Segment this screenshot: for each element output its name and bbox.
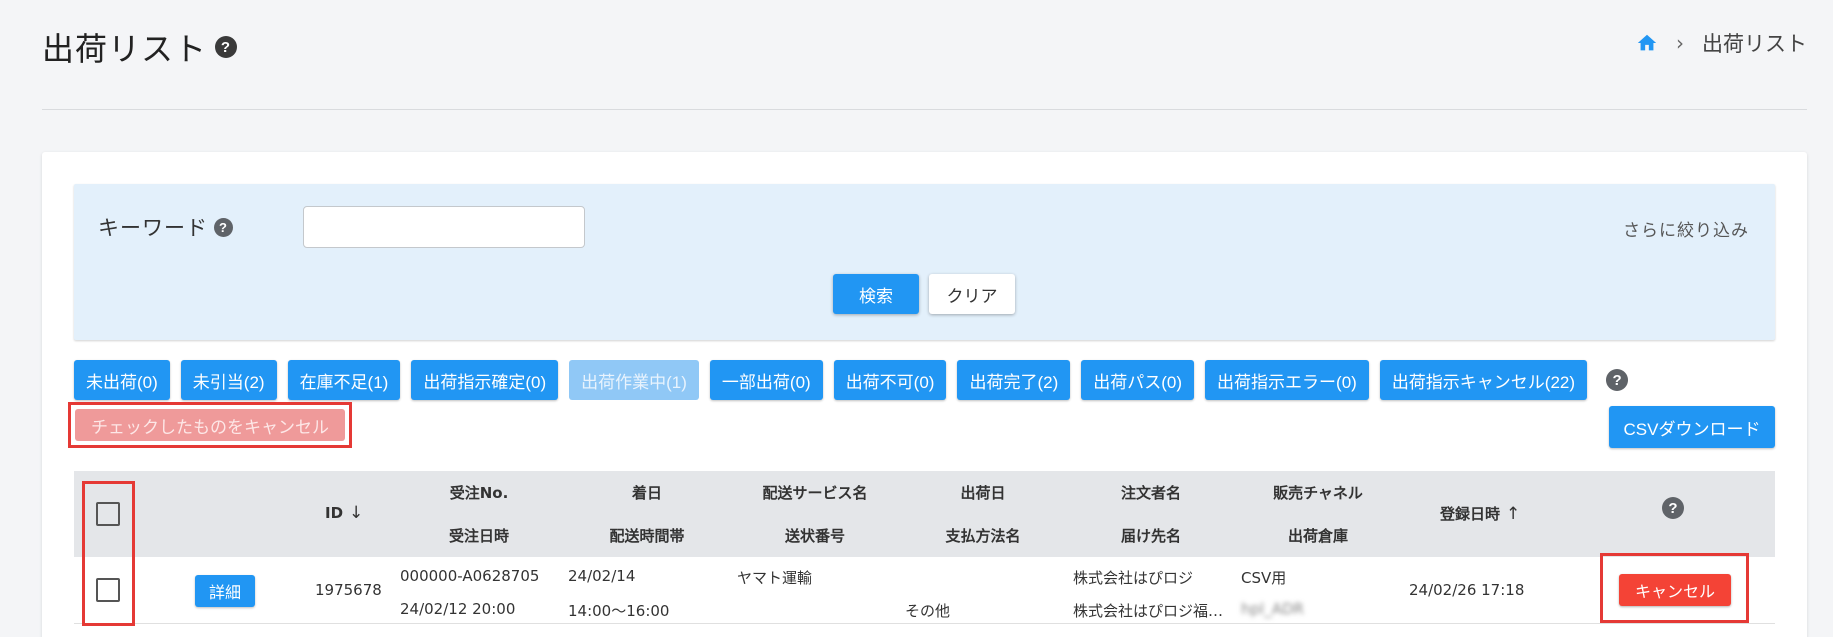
cell-delivery-service: ヤマト運輸: [737, 569, 813, 587]
col-warehouse: 出荷倉庫: [1287, 527, 1349, 545]
cell-arrival-date: 24/02/14: [568, 567, 636, 585]
filter-help-icon[interactable]: ?: [1606, 369, 1629, 391]
filter-not-shippable[interactable]: 出荷不可(0): [833, 360, 947, 400]
help-icon[interactable]: ?: [215, 36, 238, 58]
cell-warehouse: hpl_ADR: [1241, 600, 1304, 618]
col-ship-date: 出荷日: [960, 484, 1006, 502]
chevron-right-icon: ›: [1676, 31, 1684, 55]
filter-unshipped[interactable]: 未出荷(0): [74, 360, 170, 400]
table-header: ID ↓ 受注No. 受注日時 着日 配送時間帯 配送サービス名 送状番号 出荷日…: [74, 471, 1775, 557]
cell-recipient: 株式会社はぴロジ福…: [1073, 602, 1224, 620]
cell-id: 1975678: [315, 581, 382, 599]
col-delivery-time: 配送時間帯: [609, 527, 685, 545]
filter-unallocated[interactable]: 未引当(2): [180, 360, 277, 400]
filter-instruction-cancel[interactable]: 出荷指示キャンセル(22): [1379, 360, 1588, 400]
page-title: 出荷リスト ?: [42, 24, 238, 70]
cell-delivery-time: 14:00〜16:00: [568, 602, 670, 620]
col-orderer: 注文者名: [1120, 484, 1182, 502]
narrow-search-link[interactable]: さらに絞り込み: [1623, 216, 1749, 241]
header-divider: [42, 109, 1807, 110]
table-help-icon[interactable]: ?: [1662, 497, 1684, 519]
col-id[interactable]: ID ↓: [325, 503, 363, 523]
search-button[interactable]: 検索: [833, 274, 919, 314]
col-delivery-service: 配送サービス名: [762, 484, 868, 502]
keyword-help-icon[interactable]: ?: [214, 217, 233, 237]
cancel-checked-highlight: チェックしたものをキャンセル: [68, 402, 352, 448]
col-payment: 支払方法名: [945, 527, 1021, 545]
filter-pass[interactable]: 出荷パス(0): [1081, 360, 1195, 400]
col-recipient: 届け先名: [1120, 527, 1182, 545]
page-title-text: 出荷リスト: [42, 30, 208, 68]
filter-instruction-confirmed[interactable]: 出荷指示確定(0): [411, 360, 559, 400]
checkbox-column-highlight: [82, 481, 135, 626]
cell-order-date: 24/02/12 20:00: [400, 600, 516, 618]
row-cancel-highlight: キャンセル: [1600, 553, 1749, 623]
col-registered[interactable]: 登録日時 ↑: [1440, 503, 1520, 524]
csv-download-button[interactable]: CSVダウンロード: [1609, 406, 1775, 448]
shipment-list-card: キーワード ? さらに絞り込み 検索 クリア 未出荷(0) 未引当(2) 在庫不…: [42, 152, 1807, 637]
clear-button[interactable]: クリア: [929, 274, 1015, 314]
breadcrumb: › 出荷リスト: [1636, 28, 1807, 58]
sort-down-icon: ↓: [349, 503, 364, 523]
cell-registered: 24/02/26 17:18: [1409, 581, 1525, 599]
col-tracking-no: 送状番号: [784, 527, 846, 545]
col-order-no: 受注No.: [449, 484, 509, 502]
search-panel: キーワード ? さらに絞り込み 検索 クリア: [74, 184, 1775, 340]
detail-button[interactable]: 詳細: [195, 575, 255, 607]
filter-instruction-error[interactable]: 出荷指示エラー(0): [1205, 360, 1369, 400]
cell-orderer: 株式会社はぴロジ: [1073, 569, 1194, 587]
col-channel: 販売チャネル: [1273, 484, 1363, 502]
col-order-date: 受注日時: [448, 527, 510, 545]
shipment-table: ID ↓ 受注No. 受注日時 着日 配送時間帯 配送サービス名 送状番号 出荷日…: [74, 471, 1775, 626]
row-cancel-button[interactable]: キャンセル: [1619, 574, 1731, 606]
filter-out-of-stock[interactable]: 在庫不足(1): [287, 360, 401, 400]
breadcrumb-current: 出荷リスト: [1702, 32, 1807, 56]
keyword-input[interactable]: [303, 206, 585, 248]
filter-shipped[interactable]: 出荷完了(2): [957, 360, 1071, 400]
cell-order-no: 000000-A0628705: [400, 567, 540, 585]
filter-partial[interactable]: 一部出荷(0): [709, 360, 823, 400]
cell-payment: その他: [905, 602, 951, 620]
col-arrival-date: 着日: [631, 484, 663, 502]
filter-in-progress: 出荷作業中(1): [569, 360, 699, 400]
status-filter-bar: 未出荷(0) 未引当(2) 在庫不足(1) 出荷指示確定(0) 出荷作業中(1)…: [74, 360, 1629, 400]
home-icon[interactable]: [1636, 32, 1658, 54]
sort-up-icon: ↑: [1506, 504, 1521, 524]
cancel-checked-button: チェックしたものをキャンセル: [75, 409, 345, 441]
cell-channel: CSV用: [1241, 569, 1287, 587]
keyword-label: キーワード ?: [98, 212, 233, 242]
table-row: 詳細 1975678 000000-A0628705 24/02/12 20:0…: [74, 553, 1775, 624]
